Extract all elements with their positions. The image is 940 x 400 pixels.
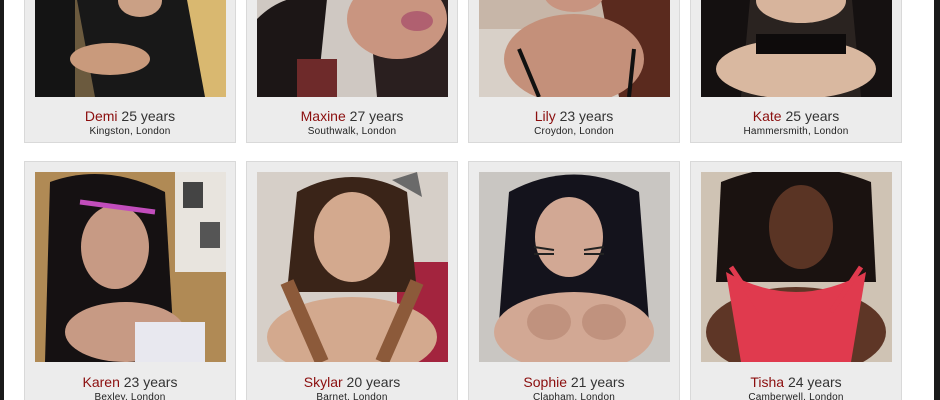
profile-age: 23 years [123,374,178,390]
profile-age: 20 years [346,374,401,390]
profile-photo[interactable] [257,0,448,97]
left-edge-bar [0,0,4,400]
profile-info: Maxine 27 years Southwalk, London [247,107,457,139]
profile-name[interactable]: Skylar [304,374,343,390]
profile-name[interactable]: Tisha [750,374,784,390]
profile-photo[interactable] [479,0,670,97]
profile-info: Karen 23 years Bexley, London [25,373,235,400]
profile-name[interactable]: Lily [535,108,556,124]
profile-card-maxine[interactable]: Maxine 27 years Southwalk, London [246,0,458,143]
profile-photo[interactable] [479,172,670,362]
profile-card-sophie[interactable]: Sophie 21 years Clapham, London [468,161,680,400]
profile-age: 25 years [785,108,840,124]
profile-age: 27 years [349,108,404,124]
profile-photo[interactable] [257,172,448,362]
profile-info: Tisha 24 years Camberwell, London [691,373,901,400]
profile-age: 23 years [559,108,614,124]
profile-card-kate[interactable]: Kate 25 years Hammersmith, London [690,0,902,143]
profile-location: Hammersmith, London [743,126,849,137]
profile-age: 24 years [787,374,842,390]
profile-card-skylar[interactable]: Skylar 20 years Barnet, London [246,161,458,400]
profile-location: Clapham, London [533,392,615,400]
profile-info: Skylar 20 years Barnet, London [247,373,457,400]
profile-card-tisha[interactable]: Tisha 24 years Camberwell, London [690,161,902,400]
profile-age: 21 years [570,374,625,390]
profile-location: Barnet, London [316,392,388,400]
profile-card-karen[interactable]: Karen 23 years Bexley, London [24,161,236,400]
profile-info: Kate 25 years Hammersmith, London [691,107,901,139]
profile-location: Kingston, London [89,126,171,137]
profile-grid-page: Demi 25 years Kingston, London Maxine 27… [0,0,940,400]
profile-name[interactable]: Karen [83,374,120,390]
profile-photo[interactable] [35,172,226,362]
profile-location: Southwalk, London [307,126,397,137]
profile-name[interactable]: Maxine [301,108,346,124]
profile-info: Demi 25 years Kingston, London [25,107,235,139]
profile-location: Camberwell, London [748,392,844,400]
profile-card-demi[interactable]: Demi 25 years Kingston, London [24,0,236,143]
profile-age: 25 years [121,108,176,124]
profile-photo[interactable] [701,0,892,97]
right-edge-bar [934,0,940,400]
profile-name[interactable]: Sophie [523,374,567,390]
profile-name[interactable]: Kate [753,108,782,124]
profile-location: Bexley, London [94,392,166,400]
profile-location: Croydon, London [534,126,614,137]
profile-photo[interactable] [701,172,892,362]
profile-name[interactable]: Demi [85,108,118,124]
profile-photo[interactable] [35,0,226,97]
profile-info: Sophie 21 years Clapham, London [469,373,679,400]
profile-info: Lily 23 years Croydon, London [469,107,679,139]
profile-card-lily[interactable]: Lily 23 years Croydon, London [468,0,680,143]
